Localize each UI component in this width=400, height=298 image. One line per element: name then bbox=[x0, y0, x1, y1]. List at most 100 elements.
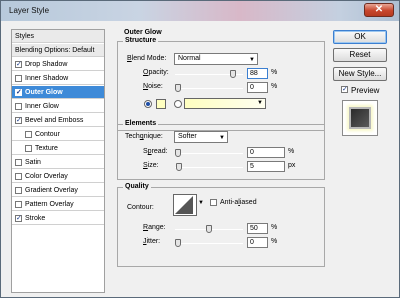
opacity-field[interactable]: 88 bbox=[247, 68, 268, 79]
opacity-label: Opacity: bbox=[143, 69, 169, 76]
styles-list-label: Satin bbox=[25, 159, 41, 166]
styles-list-item[interactable]: Pattern Overlay bbox=[12, 198, 104, 211]
range-field[interactable]: 50 bbox=[247, 223, 268, 234]
styles-list-item[interactable]: ✓ Drop Shadow bbox=[12, 58, 104, 71]
styles-list-label: Gradient Overlay bbox=[25, 187, 78, 194]
preview-label: Preview bbox=[351, 86, 380, 95]
preview-checkbox[interactable]: ✓ bbox=[341, 86, 348, 93]
jitter-unit: % bbox=[271, 238, 278, 245]
styles-list-item[interactable]: Color Overlay bbox=[12, 170, 104, 183]
jitter-label: Jitter: bbox=[143, 238, 161, 245]
styles-list-checkbox[interactable] bbox=[15, 75, 22, 82]
style-preview bbox=[342, 100, 378, 136]
styles-list-checkbox[interactable] bbox=[25, 131, 32, 138]
noise-slider[interactable] bbox=[175, 84, 243, 92]
styles-list-item[interactable]: Contour bbox=[12, 128, 104, 141]
styles-list-item[interactable]: Satin bbox=[12, 156, 104, 169]
technique-value: Softer bbox=[178, 133, 197, 140]
technique-select[interactable]: Softer ▼ bbox=[174, 131, 228, 143]
noise-label: Noise: bbox=[143, 83, 163, 90]
styles-list-item[interactable]: ✓ Stroke bbox=[12, 212, 104, 225]
jitter-slider-thumb[interactable] bbox=[175, 239, 181, 247]
styles-list-item[interactable]: ✓ Outer Glow bbox=[12, 86, 104, 99]
opacity-slider-thumb[interactable] bbox=[230, 70, 236, 78]
styles-list-label: Inner Glow bbox=[25, 103, 59, 110]
size-slider-thumb[interactable] bbox=[176, 163, 182, 171]
styles-list-checkbox[interactable]: ✓ bbox=[15, 61, 22, 68]
spread-field[interactable]: 0 bbox=[247, 147, 285, 158]
anti-aliased-label: Anti-aliased bbox=[220, 199, 257, 206]
styles-list-checkbox[interactable] bbox=[15, 103, 22, 110]
chevron-down-icon: ▼ bbox=[219, 135, 225, 141]
opacity-slider[interactable] bbox=[175, 70, 243, 78]
styles-list-label: Inner Shadow bbox=[25, 75, 69, 82]
styles-list-item[interactable]: Inner Shadow bbox=[12, 72, 104, 85]
styles-list-label: Styles bbox=[15, 33, 35, 40]
gradient-radio[interactable] bbox=[174, 100, 182, 108]
range-unit: % bbox=[271, 224, 278, 231]
gradient-swatch[interactable]: ▼ bbox=[184, 98, 266, 109]
spread-unit: % bbox=[288, 148, 295, 155]
title-bar[interactable]: Layer Style ✕ bbox=[1, 1, 399, 21]
color-radio[interactable] bbox=[144, 100, 152, 108]
styles-list-checkbox[interactable] bbox=[15, 173, 22, 180]
jitter-field[interactable]: 0 bbox=[247, 237, 268, 248]
ok-button[interactable]: OK bbox=[333, 30, 387, 44]
styles-list-checkbox[interactable] bbox=[15, 187, 22, 194]
size-slider[interactable] bbox=[175, 163, 243, 171]
styles-list-checkbox[interactable]: ✓ bbox=[15, 215, 22, 222]
range-slider-thumb[interactable] bbox=[206, 225, 212, 233]
styles-list-checkbox[interactable] bbox=[15, 159, 22, 166]
styles-list-item[interactable]: Styles bbox=[12, 30, 104, 43]
styles-list-label: Bevel and Emboss bbox=[25, 117, 84, 124]
styles-list-label: Pattern Overlay bbox=[25, 201, 74, 208]
styles-list-item[interactable]: Gradient Overlay bbox=[12, 184, 104, 197]
styles-list-label: Blending Options: Default bbox=[15, 47, 95, 54]
technique-label: Techqnique: bbox=[125, 133, 163, 140]
layer-style-dialog: Layer Style ✕ Styles Blending Options: De… bbox=[0, 0, 400, 298]
contour-picker[interactable] bbox=[173, 194, 197, 216]
close-button[interactable]: ✕ bbox=[364, 3, 394, 17]
styles-list-item[interactable]: ✓ Bevel and Emboss bbox=[12, 114, 104, 127]
structure-title: Structure bbox=[123, 37, 159, 44]
elements-group: Elements Techqnique: Softer ▼ Spread: 0 … bbox=[117, 120, 325, 180]
range-slider[interactable] bbox=[175, 225, 243, 233]
elements-title: Elements bbox=[123, 120, 159, 127]
styles-list-checkbox[interactable] bbox=[25, 145, 32, 152]
reset-button[interactable]: Reset bbox=[333, 48, 387, 62]
styles-list: Styles Blending Options: Default ✓ Drop Sha… bbox=[11, 29, 105, 293]
blend-mode-select[interactable]: Normal ▼ bbox=[174, 53, 258, 65]
styles-list-item[interactable]: Inner Glow bbox=[12, 100, 104, 113]
styles-list-checkbox[interactable]: ✓ bbox=[15, 117, 22, 124]
styles-list-item[interactable]: Blending Options: Default bbox=[12, 44, 104, 57]
styles-list-label: Texture bbox=[35, 145, 58, 152]
gradient-dropdown-icon[interactable]: ▼ bbox=[257, 100, 263, 106]
noise-field[interactable]: 0 bbox=[247, 82, 268, 93]
new-style-button[interactable]: New Style... bbox=[333, 67, 387, 81]
styles-list-label: Stroke bbox=[25, 215, 46, 222]
styles-list-checkbox[interactable] bbox=[15, 201, 22, 208]
jitter-slider[interactable] bbox=[175, 239, 243, 247]
chevron-down-icon: ▼ bbox=[249, 57, 255, 63]
spread-label: Spread: bbox=[143, 148, 168, 155]
size-label: Size: bbox=[143, 162, 159, 169]
styles-list-label: Contour bbox=[35, 131, 60, 138]
noise-unit: % bbox=[271, 83, 278, 90]
spread-slider-thumb[interactable] bbox=[175, 149, 181, 157]
window-title: Layer Style bbox=[9, 6, 50, 15]
opacity-unit: % bbox=[271, 69, 278, 76]
size-field[interactable]: 5 bbox=[247, 161, 285, 172]
contour-label: Contour: bbox=[127, 204, 154, 211]
styles-list-label: Color Overlay bbox=[25, 173, 68, 180]
contour-curve-icon bbox=[175, 196, 193, 214]
quality-title: Quality bbox=[123, 183, 151, 190]
spread-slider[interactable] bbox=[175, 149, 243, 157]
styles-list-checkbox[interactable]: ✓ bbox=[15, 89, 22, 96]
structure-group: Structure Blend Mode: Normal ▼ Opacity: … bbox=[117, 37, 325, 131]
styles-list-item[interactable]: Texture bbox=[12, 142, 104, 155]
anti-aliased-checkbox[interactable] bbox=[210, 199, 217, 206]
quality-group: Quality Contour: ▼ Anti-aliased Range: 5… bbox=[117, 183, 325, 267]
noise-slider-thumb[interactable] bbox=[175, 84, 181, 92]
contour-dropdown-icon[interactable]: ▼ bbox=[198, 200, 204, 206]
glow-color-swatch[interactable] bbox=[156, 99, 166, 109]
